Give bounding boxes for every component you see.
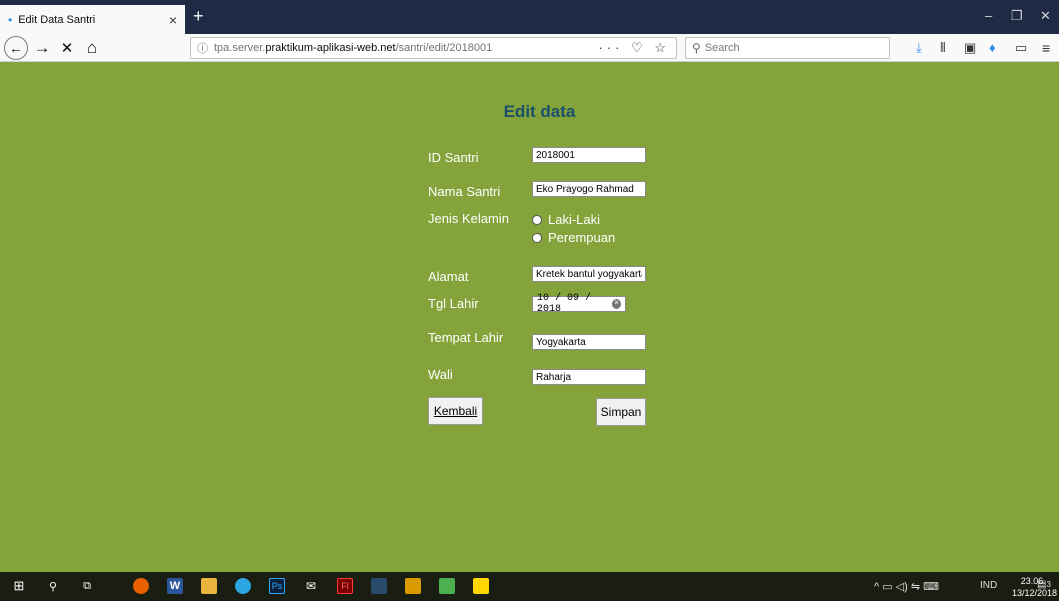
tab-loading-icon: • [8,12,13,27]
pocket-icon[interactable]: ♦ [989,40,996,55]
telegram-icon[interactable] [235,578,251,594]
back-icon[interactable]: ← [4,36,28,60]
kembali-button[interactable]: Kembali [428,397,483,425]
restore-icon[interactable]: ❐ [1011,8,1023,24]
file-explorer-icon[interactable] [201,578,217,594]
radio-perempuan[interactable]: Perempuan [532,230,615,245]
tempat-lahir-input[interactable] [532,334,646,350]
home-icon[interactable]: ⌂ [83,36,101,60]
notification-count: 3 [1046,580,1051,589]
radio-circle-laki-laki[interactable] [532,214,542,225]
app-blue-icon[interactable] [371,578,387,594]
app-orange-icon[interactable] [405,578,421,594]
search-icon[interactable]: ⚲ [45,578,61,594]
downloads-icon[interactable]: ⤓ [916,40,922,56]
taskbar: ⊞ ⚲ ⧉ W Ps ✉ Fl ^ ▭ ◁) ⇋ ⌨ IND 23.06 13/… [0,572,1059,601]
library-icon[interactable]: ⦀ [940,40,946,56]
url-bar[interactable]: ⓘ tpa.server.praktikum-aplikasi-web.net/… [190,37,677,59]
url-domain: praktikum-aplikasi-web.net [265,42,396,54]
search-input[interactable] [704,42,883,54]
radio-label-laki-laki: Laki-Laki [548,212,601,227]
tgl-lahir-value: 10 / 09 / 2018 [537,293,592,315]
wali-input[interactable] [532,369,646,385]
tempat-lahir-label: Tempat Lahir [428,330,504,345]
notification-icon[interactable]: ▤3 [1037,579,1051,590]
firefox-icon[interactable] [133,578,149,594]
close-window-icon[interactable]: ✕ [1040,8,1051,24]
tgl-lahir-label: Tgl Lahir [428,296,479,311]
language-indicator[interactable]: IND [980,580,997,591]
url-path: /santri/edit/2018001 [395,42,493,54]
app-green-icon[interactable] [439,578,455,594]
new-tab-icon[interactable]: + [193,6,204,27]
nama-santri-label: Nama Santri [428,184,501,199]
alamat-input[interactable] [532,266,646,282]
site-info-icon[interactable]: ⓘ [197,40,208,56]
page-content: Edit data ID Santri Nama Santri Jenis Ke… [0,62,1059,572]
forward-icon[interactable]: → [33,36,51,60]
task-view-icon[interactable]: ⧉ [79,578,95,594]
url-prefix: tpa.server. [214,42,266,54]
jenis-kelamin-label: Jenis Kelamin [428,211,509,226]
radio-circle-perempuan[interactable] [532,232,542,243]
minimize-icon[interactable]: – [985,8,992,23]
tab-edit-data-santri[interactable]: • Edit Data Santri × [0,5,185,34]
date-clear-icon[interactable]: × [612,299,621,309]
sidebar-icon[interactable]: ▣ [964,40,976,56]
tab-close-icon[interactable]: × [169,12,177,28]
id-santri-label: ID Santri [428,150,479,165]
radio-laki-laki[interactable]: Laki-Laki [532,212,600,227]
tab-strip: • Edit Data Santri × + – ❐ ✕ [0,0,1059,34]
screenshot-icon[interactable]: ▭ [1015,40,1027,56]
word-icon[interactable]: W [167,578,183,594]
page-title: Edit data [503,102,576,121]
wali-label: Wali [428,367,453,382]
simpan-button[interactable]: Simpan [596,398,646,426]
start-icon[interactable]: ⊞ [11,578,27,594]
flash-icon[interactable]: Fl [337,578,353,594]
nav-bar: ← → ✕ ⌂ ⓘ tpa.server.praktikum-aplikasi-… [0,34,1059,62]
nama-santri-input[interactable] [532,181,646,197]
search-bar[interactable]: ⚲ [685,37,890,59]
search-icon: ⚲ [692,41,701,55]
sticky-notes-icon[interactable] [473,578,489,594]
system-tray-icons[interactable]: ^ ▭ ◁) ⇋ ⌨ [874,580,939,593]
tab-title: Edit Data Santri [18,13,96,26]
url-text[interactable]: tpa.server.praktikum-aplikasi-web.net/sa… [214,42,598,54]
mail-icon[interactable]: ✉ [303,578,319,594]
radio-label-perempuan: Perempuan [548,230,616,245]
tgl-lahir-input[interactable]: 10 / 09 / 2018 × [532,293,626,315]
stop-icon[interactable]: ✕ [58,36,76,60]
menu-icon[interactable]: ≡ [1042,40,1050,56]
alamat-label: Alamat [428,269,469,284]
page-actions-icon[interactable]: ··· ♡ ☆ [598,40,670,56]
photoshop-icon[interactable]: Ps [269,578,285,594]
id-santri-input[interactable] [532,147,646,163]
